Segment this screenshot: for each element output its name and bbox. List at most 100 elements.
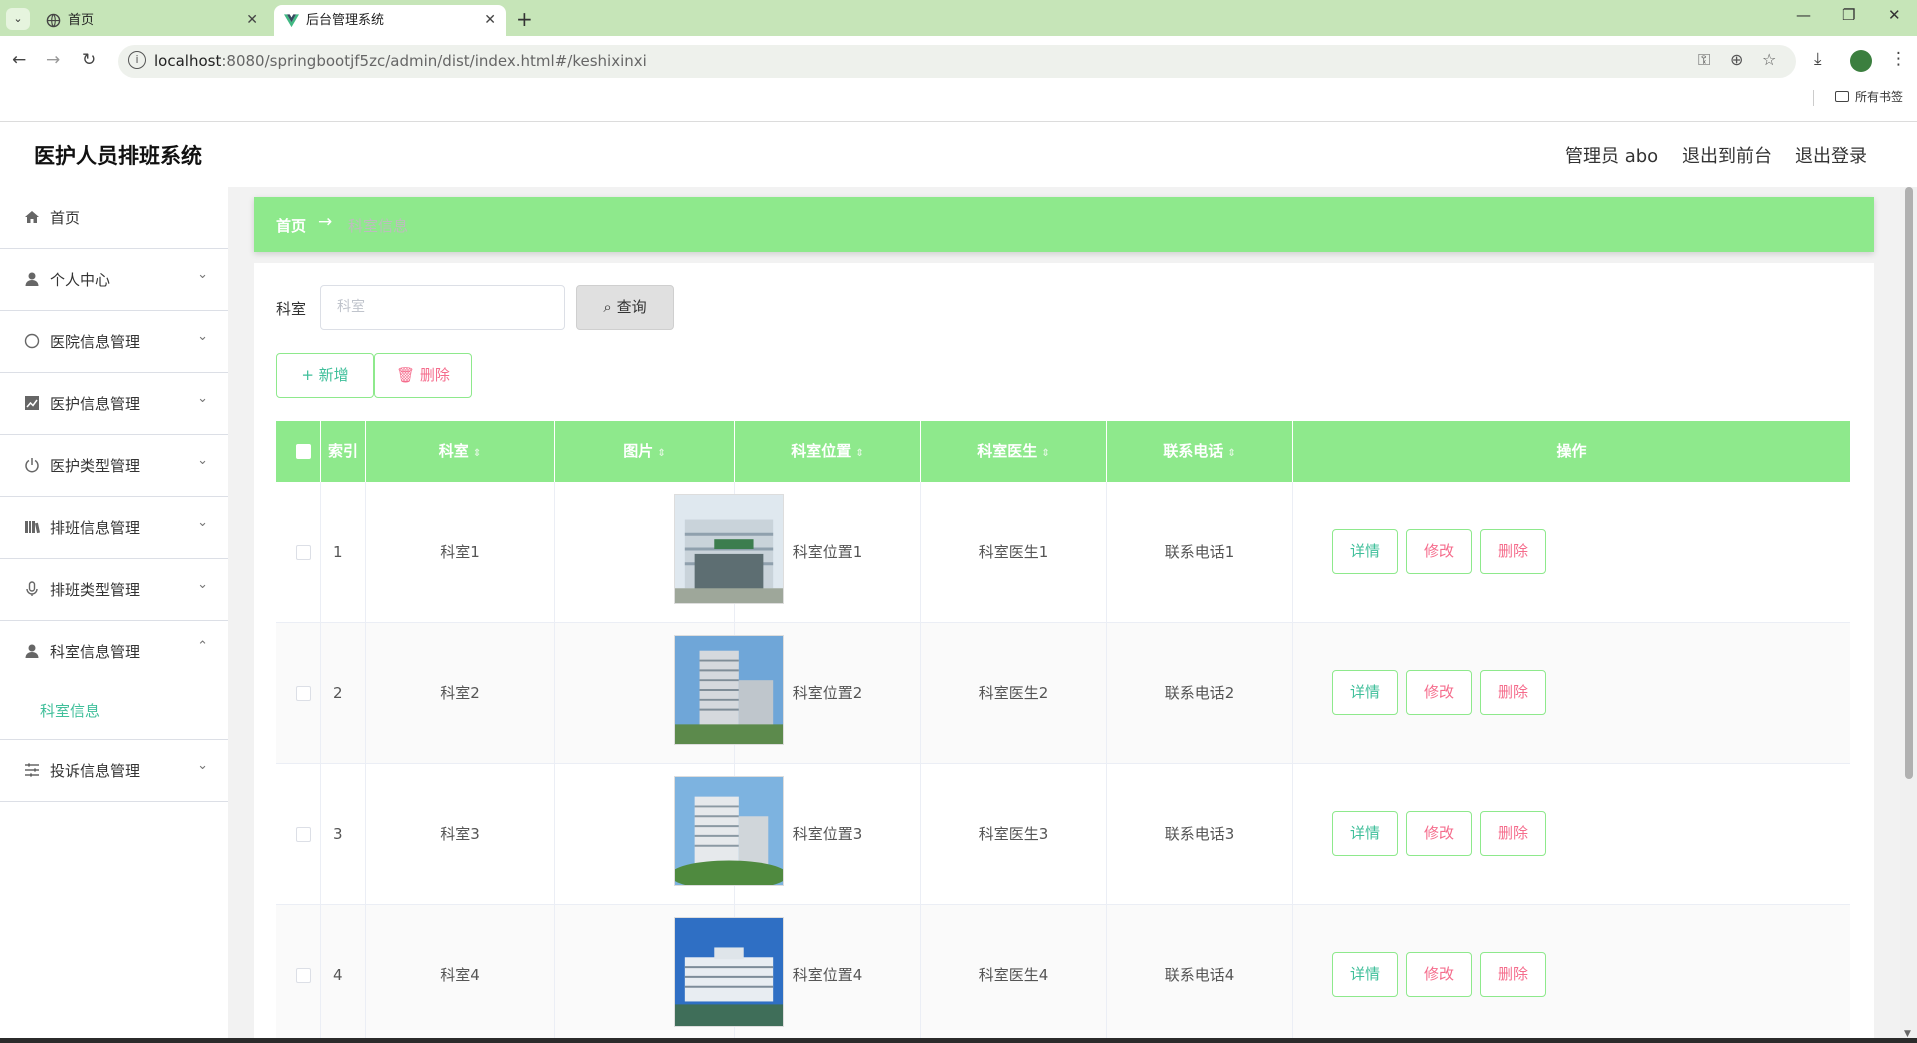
sidebar-item-department-mgmt[interactable]: 科室信息管理 ⌃ — [0, 621, 228, 683]
table-header: 索引 科室 ⇕ 图片 ⇕ 科室位置 ⇕ 科室医生 ⇕ 联系电话 ⇕ 操作 — [276, 421, 1850, 482]
delete-button[interactable]: 删除 — [1480, 952, 1546, 997]
cell-location: 科室位置1 — [735, 482, 921, 623]
detail-button[interactable]: 详情 — [1332, 670, 1398, 715]
table-row: 1 科室1 科室位置1 科室医生1 联系电话1 详情 修改 删除 — [276, 482, 1850, 623]
browser-tab-admin[interactable]: 后台管理系统 ✕ — [274, 5, 506, 36]
delete-button[interactable]: 删除 — [1480, 811, 1546, 856]
page-scrollbar[interactable]: ▼ — [1900, 187, 1917, 1043]
sidebar-item-schedule-type[interactable]: 排班类型管理 ⌄ — [0, 559, 228, 621]
header-select-all — [276, 421, 321, 482]
delete-button[interactable]: 删除 — [1480, 670, 1546, 715]
site-info-icon[interactable]: i — [128, 51, 146, 69]
detail-button[interactable]: 详情 — [1332, 952, 1398, 997]
edit-button[interactable]: 修改 — [1406, 952, 1472, 997]
url-text[interactable]: localhost:8080/springbootjf5zc/admin/dis… — [154, 52, 647, 70]
sidebar-item-schedule-info[interactable]: 排班信息管理 ⌄ — [0, 497, 228, 559]
select-all-checkbox[interactable] — [296, 444, 311, 459]
sidebar-item-complaint-mgmt[interactable]: 投诉信息管理 ⌄ — [0, 740, 228, 802]
forward-icon[interactable]: → — [46, 50, 60, 70]
delete-button[interactable]: 删除 — [1480, 529, 1546, 574]
zoom-icon[interactable]: ⊕ — [1730, 50, 1743, 69]
chevron-up-icon: ⌃ — [197, 639, 208, 654]
globe-icon — [46, 13, 61, 28]
header-doctor[interactable]: 科室医生 ⇕ — [921, 421, 1107, 482]
department-search-input[interactable]: 科室 — [320, 285, 565, 330]
sort-icon[interactable]: ⇕ — [1041, 448, 1049, 459]
exit-to-front-link[interactable]: 退出到前台 — [1682, 142, 1772, 168]
close-icon[interactable]: ✕ — [246, 5, 258, 36]
header-department[interactable]: 科室 ⇕ — [366, 421, 555, 482]
tab-title: 后台管理系统 — [306, 13, 385, 28]
cell-department: 科室1 — [366, 482, 555, 623]
new-tab-icon[interactable]: + — [516, 6, 533, 32]
restore-icon[interactable]: ❐ — [1842, 6, 1855, 24]
cell-doctor: 科室医生4 — [921, 905, 1107, 1043]
home-icon — [25, 211, 39, 223]
detail-button[interactable]: 详情 — [1332, 811, 1398, 856]
vue-logo-icon — [284, 14, 299, 28]
address-bar[interactable]: i localhost:8080/springbootjf5zc/admin/d… — [118, 45, 1796, 78]
edit-button[interactable]: 修改 — [1406, 811, 1472, 856]
cell-index: 3 — [321, 764, 366, 905]
header-location[interactable]: 科室位置 ⇕ — [735, 421, 921, 482]
header-actions: 操作 — [1556, 442, 1587, 460]
microphone-icon — [26, 581, 38, 596]
header-image[interactable]: 图片 ⇕ — [555, 421, 735, 482]
search-icon: ⌕ — [603, 298, 612, 316]
browser-tab-home[interactable]: 首页 ✕ — [36, 5, 268, 36]
back-icon[interactable]: ← — [12, 50, 26, 70]
sort-icon[interactable]: ⇕ — [855, 448, 863, 459]
profile-avatar[interactable] — [1850, 50, 1872, 72]
download-icon[interactable]: ⤓ — [1814, 49, 1822, 69]
user-icon — [25, 644, 39, 658]
detail-button[interactable]: 详情 — [1332, 529, 1398, 574]
key-icon[interactable]: ⚿ — [1698, 50, 1710, 70]
reload-icon[interactable]: ↻ — [82, 50, 96, 70]
sidebar-subitem-department-info[interactable]: 科室信息 — [0, 683, 228, 740]
sidebar-item-personal-center[interactable]: 个人中心 ⌄ — [0, 249, 228, 311]
cell-index: 2 — [321, 623, 366, 764]
cell-location: 科室位置2 — [735, 623, 921, 764]
window-close-icon[interactable]: ✕ — [1888, 6, 1901, 24]
query-button[interactable]: ⌕ 查询 — [576, 285, 674, 330]
row-checkbox[interactable] — [296, 545, 311, 560]
cell-department: 科室2 — [366, 623, 555, 764]
table-row: 3 科室3 科室位置3 科室医生3 联系电话3 详情 修改 删除 — [276, 764, 1850, 905]
cell-phone: 联系电话2 — [1107, 623, 1293, 764]
more-menu-icon[interactable]: ⋮ — [1890, 49, 1907, 69]
sidebar-item-staff-info[interactable]: 医护信息管理 ⌄ — [0, 373, 228, 435]
scrollbar-thumb[interactable] — [1905, 187, 1913, 779]
minimize-icon[interactable]: — — [1796, 6, 1811, 24]
breadcrumb-current: 科室信息 — [348, 217, 409, 235]
app-header: 医护人员排班系统 管理员 abo 退出到前台 退出登录 — [0, 122, 1917, 187]
cell-phone: 联系电话1 — [1107, 482, 1293, 623]
sort-icon[interactable]: ⇕ — [657, 448, 665, 459]
breadcrumb-home[interactable]: 首页 — [276, 215, 306, 236]
sort-icon[interactable]: ⇕ — [1227, 448, 1235, 459]
edit-button[interactable]: 修改 — [1406, 529, 1472, 574]
add-button[interactable]: + 新增 — [276, 353, 374, 398]
header-phone[interactable]: 联系电话 ⇕ — [1107, 421, 1293, 482]
row-checkbox[interactable] — [296, 968, 311, 983]
chevron-down-icon: ⌄ — [197, 453, 208, 468]
all-bookmarks[interactable]: 所有书签 — [1834, 88, 1903, 105]
star-icon[interactable]: ☆ — [1762, 50, 1776, 69]
tab-search-button[interactable]: ⌄ — [6, 8, 30, 30]
logout-link[interactable]: 退出登录 — [1795, 142, 1867, 168]
browser-tab-bar: ⌄ 首页 ✕ 后台管理系统 ✕ + — ❐ ✕ — [0, 0, 1917, 36]
sidebar-item-home[interactable]: 首页 — [0, 187, 228, 249]
row-checkbox[interactable] — [296, 827, 311, 842]
sort-icon[interactable]: ⇕ — [473, 448, 481, 459]
bulk-delete-button[interactable]: 🗑 删除 — [374, 353, 472, 398]
tab-title: 首页 — [68, 13, 95, 28]
cell-index: 4 — [321, 905, 366, 1043]
chevron-down-icon: ⌄ — [197, 758, 208, 773]
sidebar-item-staff-type[interactable]: 医护类型管理 ⌄ — [0, 435, 228, 497]
edit-button[interactable]: 修改 — [1406, 670, 1472, 715]
row-checkbox[interactable] — [296, 686, 311, 701]
plus-icon: + — [301, 366, 314, 384]
close-icon[interactable]: ✕ — [484, 5, 496, 36]
cell-location: 科室位置4 — [735, 905, 921, 1043]
sidebar-item-hospital-info[interactable]: 医院信息管理 ⌄ — [0, 311, 228, 373]
browser-toolbar: ← → ↻ i localhost:8080/springbootjf5zc/a… — [0, 36, 1917, 122]
